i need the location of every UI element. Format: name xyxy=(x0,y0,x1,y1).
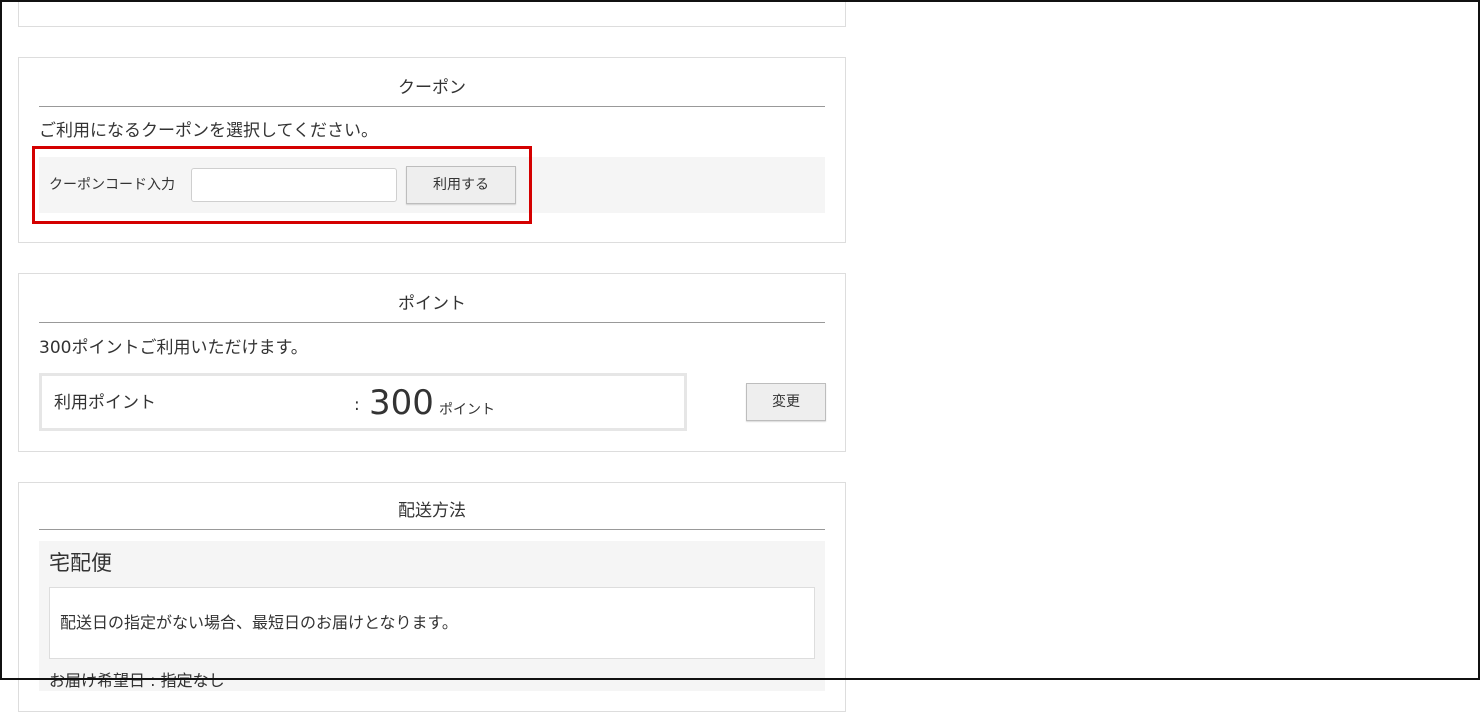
points-separator: : xyxy=(354,395,360,415)
points-description: 300ポイントご利用いただけます。 xyxy=(39,338,308,358)
previous-section-panel xyxy=(18,0,846,27)
points-title: ポイント xyxy=(39,290,825,323)
delivery-title: 配送方法 xyxy=(39,497,825,530)
points-usage-label: 利用ポイント xyxy=(54,393,156,413)
points-usage-box: 利用ポイント : 300 ポイント xyxy=(39,373,687,431)
coupon-description: ご利用になるクーポンを選択してください。 xyxy=(39,121,378,141)
delivery-method-name: 宅配便 xyxy=(49,551,112,575)
points-panel: ポイント 300ポイントご利用いただけます。 利用ポイント : 300 ポイント… xyxy=(18,273,846,452)
highlight-box xyxy=(32,146,532,224)
delivery-note: 配送日の指定がない場合、最短日のお届けとなります。 xyxy=(60,613,458,632)
points-unit: ポイント xyxy=(439,402,495,418)
delivery-date-label[interactable]: お届け希望日 : 指定なし xyxy=(49,669,225,693)
points-value: 300 xyxy=(369,383,434,423)
delivery-note-box: 配送日の指定がない場合、最短日のお届けとなります。 xyxy=(49,587,815,659)
coupon-title: クーポン xyxy=(39,74,825,107)
change-points-button[interactable]: 変更 xyxy=(746,383,826,421)
delivery-panel: 配送方法 宅配便 配送日の指定がない場合、最短日のお届けとなります。 お届け希望… xyxy=(18,482,846,712)
